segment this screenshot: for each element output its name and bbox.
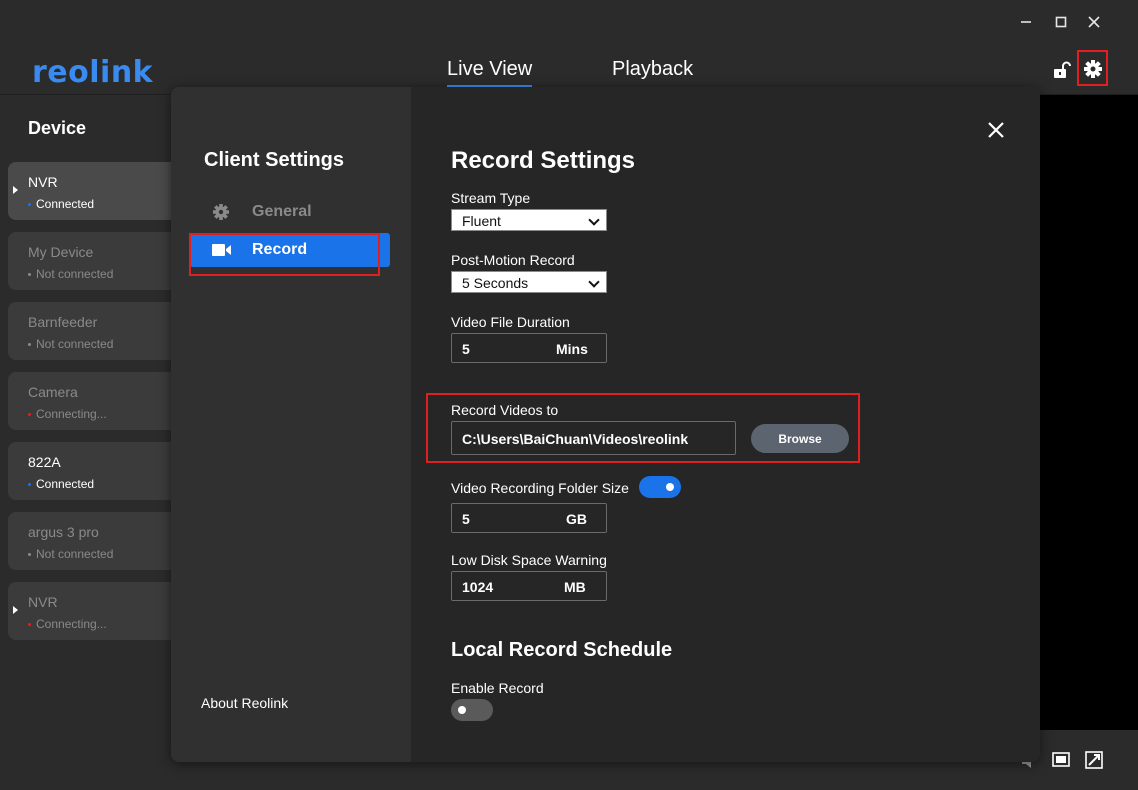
post-motion-select[interactable]: 5 Seconds bbox=[451, 271, 607, 293]
expand-arrow-icon[interactable] bbox=[13, 606, 18, 614]
device-status: Not connected bbox=[28, 337, 113, 351]
folder-size-input[interactable]: 5 GB bbox=[451, 503, 607, 533]
file-duration-input[interactable]: 5 Mins bbox=[451, 333, 607, 363]
input-unit: MB bbox=[564, 579, 586, 595]
device-item-camera[interactable]: Camera Connecting... bbox=[8, 372, 188, 430]
dialog-close-button[interactable] bbox=[983, 117, 1009, 143]
fullscreen-button[interactable] bbox=[1085, 751, 1103, 769]
record-to-highlight bbox=[426, 393, 860, 463]
device-item-822a[interactable]: 822A Connected bbox=[8, 442, 188, 500]
chevron-down-icon bbox=[588, 276, 600, 288]
status-dot-icon bbox=[28, 483, 31, 487]
about-link[interactable]: About Reolink bbox=[201, 695, 288, 711]
device-status: Connected bbox=[28, 477, 94, 491]
input-value: 1024 bbox=[462, 579, 494, 595]
device-status: Not connected bbox=[28, 267, 113, 281]
settings-highlight bbox=[1077, 50, 1108, 86]
device-item-nvr[interactable]: NVR Connected bbox=[8, 162, 188, 220]
device-name: My Device bbox=[28, 244, 94, 260]
device-name: Camera bbox=[28, 384, 78, 400]
device-name: Barnfeeder bbox=[28, 314, 98, 330]
tab-playback[interactable]: Playback bbox=[612, 58, 693, 81]
select-value: 5 Seconds bbox=[462, 275, 529, 291]
reolink-logo: reolink bbox=[32, 55, 154, 90]
status-dot-icon bbox=[28, 273, 31, 277]
enable-record-label: Enable Record bbox=[451, 680, 544, 696]
device-name: 822A bbox=[28, 454, 61, 470]
device-status: Connecting... bbox=[28, 617, 107, 631]
input-value: 5 bbox=[462, 341, 470, 357]
low-disk-input[interactable]: 1024 MB bbox=[451, 571, 607, 601]
live-view-area bbox=[1040, 95, 1138, 730]
low-disk-label: Low Disk Space Warning bbox=[451, 552, 607, 568]
maximize-button[interactable] bbox=[1051, 12, 1071, 32]
device-list-title: Device bbox=[28, 118, 87, 138]
device-status: Connected bbox=[28, 197, 94, 211]
folder-size-label: Video Recording Folder Size bbox=[451, 480, 629, 496]
close-icon bbox=[1088, 16, 1100, 28]
status-dot-icon bbox=[28, 343, 31, 347]
settings-nav-panel: Client Settings General Record About Reo… bbox=[171, 87, 411, 762]
screen-icon bbox=[1052, 752, 1070, 767]
device-name: NVR bbox=[28, 174, 58, 190]
unlock-icon bbox=[1054, 61, 1071, 78]
stream-type-select[interactable]: Fluent bbox=[451, 209, 607, 231]
enable-record-toggle[interactable] bbox=[451, 699, 493, 721]
unlock-button[interactable] bbox=[1051, 60, 1071, 80]
post-motion-label: Post-Motion Record bbox=[451, 252, 575, 268]
window-close-button[interactable] bbox=[1084, 12, 1104, 32]
device-name: argus 3 pro bbox=[28, 524, 99, 540]
record-settings-title: Record Settings bbox=[451, 147, 636, 174]
menu-label: General bbox=[252, 203, 312, 220]
input-unit: Mins bbox=[556, 341, 588, 357]
toggle-knob bbox=[458, 706, 466, 714]
input-value: 5 bbox=[462, 511, 470, 527]
close-icon bbox=[988, 122, 1004, 138]
local-record-schedule-title: Local Record Schedule bbox=[451, 639, 673, 661]
chevron-down-icon bbox=[588, 214, 600, 226]
minimize-icon bbox=[1021, 21, 1031, 23]
status-dot-icon bbox=[28, 203, 31, 207]
dialog-title: Client Settings bbox=[204, 149, 345, 171]
device-name: NVR bbox=[28, 594, 58, 610]
screen-layout-button[interactable] bbox=[1052, 752, 1070, 768]
expand-arrow-icon[interactable] bbox=[13, 186, 18, 194]
toggle-knob bbox=[666, 483, 674, 491]
device-item-nvr-2[interactable]: NVR Connecting... bbox=[8, 582, 188, 640]
gear-icon bbox=[213, 204, 229, 220]
status-dot-icon bbox=[28, 623, 31, 627]
input-unit: GB bbox=[566, 511, 587, 527]
device-item-my-device[interactable]: My Device Not connected bbox=[8, 232, 188, 290]
status-dot-icon bbox=[28, 553, 31, 557]
minimize-button[interactable] bbox=[1016, 12, 1036, 32]
stream-type-label: Stream Type bbox=[451, 190, 531, 206]
maximize-icon bbox=[1055, 16, 1067, 28]
device-status: Not connected bbox=[28, 547, 113, 561]
record-menu-highlight bbox=[189, 233, 380, 276]
menu-item-general[interactable]: General bbox=[190, 195, 390, 229]
tab-live-view[interactable]: Live View bbox=[447, 58, 533, 87]
device-status: Connecting... bbox=[28, 407, 107, 421]
status-dot-icon bbox=[28, 413, 31, 417]
device-item-barnfeeder[interactable]: Barnfeeder Not connected bbox=[8, 302, 188, 360]
client-settings-dialog: Client Settings General Record About Reo… bbox=[171, 87, 1040, 762]
folder-size-toggle[interactable] bbox=[639, 476, 681, 498]
file-duration-label: Video File Duration bbox=[451, 314, 570, 330]
device-item-argus-3-pro[interactable]: argus 3 pro Not connected bbox=[8, 512, 188, 570]
fullscreen-icon bbox=[1085, 751, 1103, 769]
select-value: Fluent bbox=[462, 213, 501, 229]
